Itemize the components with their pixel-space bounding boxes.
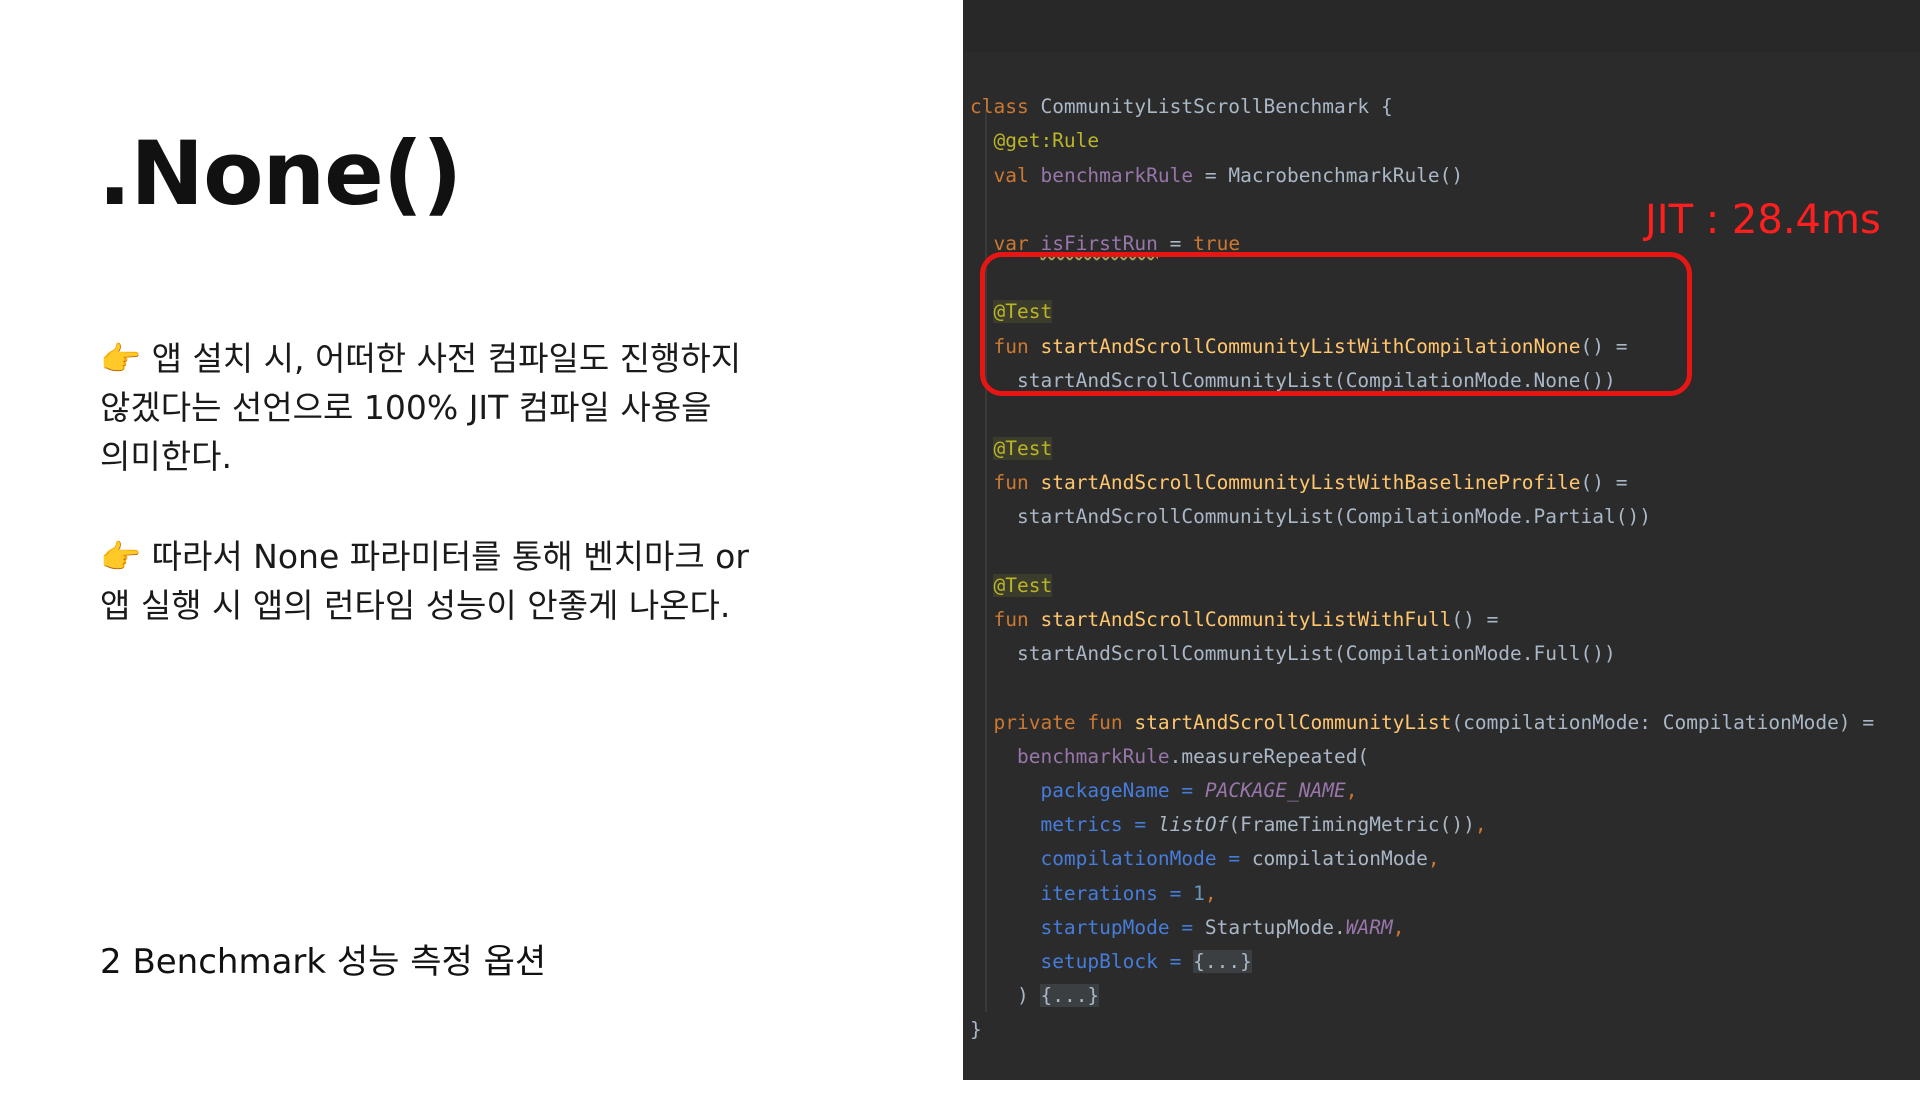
paragraph2-line1: 따라서 None 파라미터를 통해 벤치마크 or [151,537,749,576]
code-line: @Test [993,573,1053,597]
editor-top-bar [963,0,1920,52]
code-line: class CommunityListScrollBenchmark { [970,95,1393,119]
slide-title: .None() [98,122,462,225]
code-line: startAndScrollCommunityList(CompilationM… [1016,505,1651,529]
paragraph-runtime-performance: 👉 따라서 None 파라미터를 통해 벤치마크 or 앱 실행 시 앱의 런타… [100,532,820,630]
paragraph1-line3: 의미한다. [100,437,232,476]
code-line: ) {...} [1016,984,1100,1008]
slide-footer: 2 Benchmark 성능 측정 옵션 [100,942,547,982]
slide-left-panel: .None() 👉 앱 설치 시, 어떠한 사전 컴파일도 진행하지 않겠다는 … [0,0,963,1080]
code-line: startAndScrollCommunityList(CompilationM… [1016,642,1616,666]
code-line: fun startAndScrollCommunityListWithFull(… [993,608,1499,632]
code-line: @get:Rule [993,129,1100,153]
code-line: startupMode = StartupMode.WARM, [1040,915,1405,939]
code-line: fun startAndScrollCommunityListWithBasel… [993,471,1628,495]
code-line: } [970,1018,982,1042]
pointing-hand-emoji: 👉 [100,339,142,378]
code-line: benchmarkRule.measureRepeated( [1016,744,1370,768]
code-line: @Test [993,437,1053,461]
code-line: iterations = 1, [1040,881,1217,905]
paragraph-jit-description: 👉 앱 설치 시, 어떠한 사전 컴파일도 진행하지 않겠다는 선언으로 100… [100,334,820,481]
paragraph1-line2: 않겠다는 선언으로 100% JIT 컴파일 사용을 [100,388,712,427]
paragraph2-line2: 앱 실행 시 앱의 런타임 성능이 안좋게 나온다. [100,586,731,625]
code-line: compilationMode = compilationMode, [1040,847,1440,871]
code-line: metrics = listOf(FrameTimingMetric()), [1040,813,1487,837]
paragraph1-line1: 앱 설치 시, 어떠한 사전 컴파일도 진행하지 [151,339,742,378]
pointing-hand-emoji: 👉 [100,537,142,576]
code-line: private fun startAndScrollCommunityList(… [993,710,1875,734]
code-line: packageName = PACKAGE_NAME, [1040,778,1358,802]
code-screenshot-panel: class CommunityListScrollBenchmark { @ge… [963,0,1920,1080]
jit-annotation-label: JIT : 28.4ms [1645,197,1881,243]
highlight-box [980,252,1692,396]
code-line: val benchmarkRule = MacrobenchmarkRule() [993,163,1464,187]
code-line: setupBlock = {...} [1040,949,1252,973]
